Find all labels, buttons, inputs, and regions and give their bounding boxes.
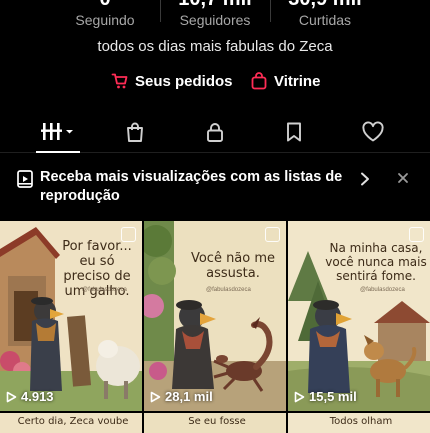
tab-private[interactable] xyxy=(189,112,241,152)
video-tile[interactable]: Certo dia, Zeca voube xyxy=(0,413,142,433)
tab-liked[interactable] xyxy=(347,112,399,152)
profile-links: Seus pedidos Vitrine xyxy=(0,72,430,96)
stat-following-label: Seguindo xyxy=(75,12,135,28)
select-checkbox[interactable] xyxy=(121,227,136,242)
watermark-text: @fabulasdozeca xyxy=(206,287,251,293)
view-count-value: 15,5 mil xyxy=(309,389,357,404)
video-caption: Você não me assusta. xyxy=(190,251,276,281)
video-thumbnail xyxy=(144,221,286,411)
profile-tabs xyxy=(0,112,430,153)
shopping-bag-icon xyxy=(250,72,268,90)
orders-link-label: Seus pedidos xyxy=(135,72,233,90)
video-tile[interactable]: Por favor... eu só preciso de um galho. … xyxy=(0,221,142,411)
select-checkbox[interactable] xyxy=(409,227,424,242)
stat-followers-label: Seguidores xyxy=(179,12,251,28)
stat-followers-value: 10,7 mil xyxy=(160,0,270,10)
playlist-icon xyxy=(17,170,33,193)
bookmark-icon xyxy=(287,122,301,142)
videos-grid-icon xyxy=(41,123,73,140)
chevron-right-icon[interactable] xyxy=(358,171,372,192)
view-count: 15,5 mil xyxy=(294,389,357,404)
play-icon xyxy=(294,391,305,402)
showcase-link-label: Vitrine xyxy=(274,72,321,90)
view-count-value: 28,1 mil xyxy=(165,389,213,404)
stat-followers[interactable]: 10,7 mil Seguidores xyxy=(160,0,270,28)
playlist-banner-text: Receba mais visualizações com as listas … xyxy=(40,169,343,204)
profile-stats: 0 Seguindo 10,7 mil Seguidores 30,9 mil … xyxy=(0,0,430,40)
cart-icon xyxy=(111,72,129,90)
video-tile[interactable]: Na minha casa, você nunca mais sentirá f… xyxy=(288,221,430,411)
close-icon[interactable] xyxy=(396,171,410,190)
showcase-link[interactable]: Vitrine xyxy=(250,72,320,90)
view-count-value: 4.913 xyxy=(21,389,54,404)
video-tile[interactable]: Se eu fosse xyxy=(144,413,286,433)
playlist-banner[interactable]: Receba mais visualizações com as listas … xyxy=(0,162,430,210)
stat-following-value: 0 xyxy=(50,0,160,10)
tab-videos[interactable] xyxy=(32,112,84,152)
stat-likes[interactable]: 30,9 mil Curtidas xyxy=(270,0,380,28)
stat-likes-value: 30,9 mil xyxy=(270,0,380,10)
stat-following[interactable]: 0 Seguindo xyxy=(50,0,160,28)
stat-likes-label: Curtidas xyxy=(298,12,352,28)
lock-icon xyxy=(207,123,223,142)
watermark-text: @fabulasdozeca xyxy=(82,287,127,293)
tab-saved[interactable] xyxy=(268,112,320,152)
video-grid: Por favor... eu só preciso de um galho. … xyxy=(0,221,430,433)
active-tab-indicator xyxy=(36,151,80,153)
video-tile[interactable]: Você não me assusta. @fabulasdozeca 28,1… xyxy=(144,221,286,411)
tab-shop[interactable] xyxy=(109,112,161,152)
view-count: 28,1 mil xyxy=(150,389,213,404)
video-caption: Todos olham xyxy=(329,416,393,427)
heart-icon xyxy=(362,121,384,142)
video-caption: Na minha casa, você nunca mais sentirá f… xyxy=(325,241,427,283)
shopping-bag-icon xyxy=(127,122,143,142)
play-icon xyxy=(6,391,17,402)
watermark-text: @fabulasdozeca xyxy=(360,287,405,293)
select-checkbox[interactable] xyxy=(265,227,280,242)
video-tile[interactable]: Todos olham xyxy=(288,413,430,433)
profile-bio: todos os dias mais fabulas do Zeca xyxy=(97,38,333,55)
orders-link[interactable]: Seus pedidos xyxy=(111,72,233,90)
video-caption: Se eu fosse xyxy=(188,416,246,427)
view-count: 4.913 xyxy=(6,389,54,404)
video-caption: Certo dia, Zeca voube xyxy=(17,416,129,427)
play-icon xyxy=(150,391,161,402)
